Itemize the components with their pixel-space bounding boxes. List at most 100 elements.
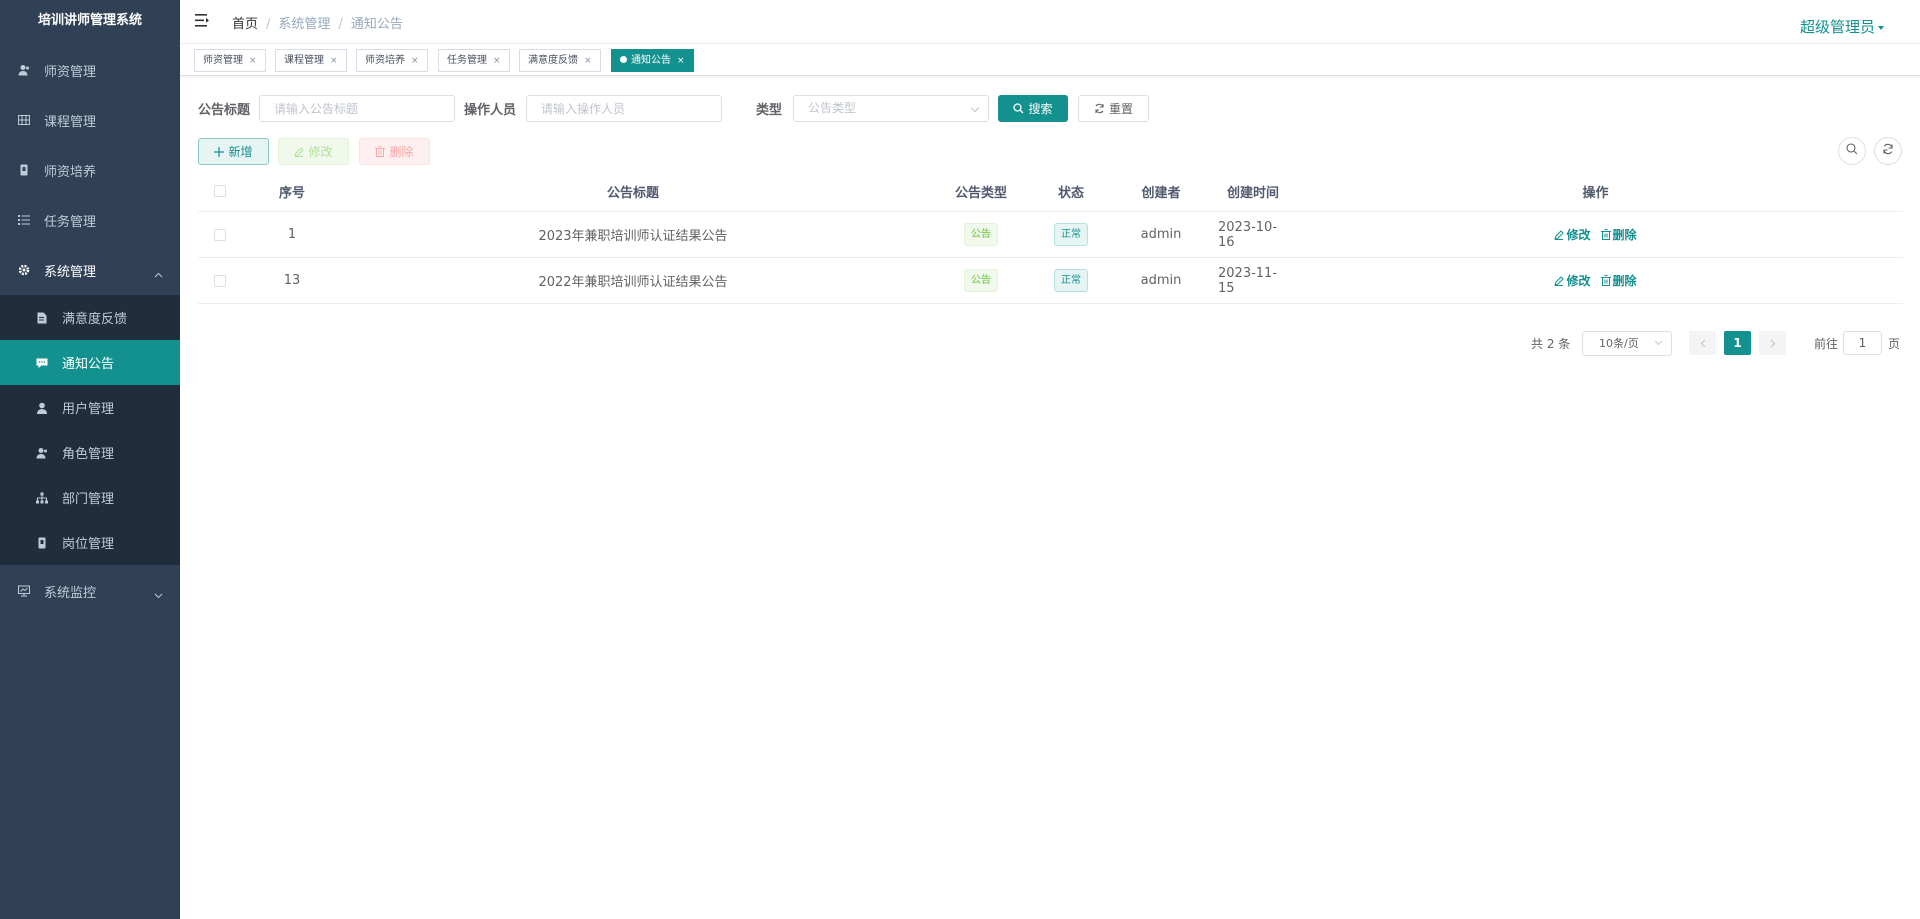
sidebar-item-label: 课程管理: [44, 114, 97, 130]
column-header: 创建者: [1141, 185, 1181, 201]
row-delete-button[interactable]: 删除: [1600, 272, 1637, 289]
tags-view: 师资管理 × 课程管理 × 师资培养 × 任务管理 × 满意度反馈 × 通知公告 ×: [180, 44, 1920, 76]
sidebar-item-label: 系统管理: [44, 264, 97, 280]
sidebar-item-label: 师资管理: [44, 64, 97, 80]
sidebar-item-label: 部门管理: [62, 492, 115, 507]
cell-creator: admin: [1140, 227, 1182, 242]
tag-feedback[interactable]: 满意度反馈 ×: [519, 49, 601, 72]
breadcrumb-system: 系统管理: [278, 17, 331, 32]
select-all-checkbox[interactable]: [214, 185, 226, 197]
tag-tasks[interactable]: 任务管理 ×: [438, 49, 510, 72]
reset-button[interactable]: 重置: [1078, 95, 1149, 122]
user-icon: [36, 402, 48, 414]
hamburger-icon[interactable]: [195, 14, 209, 27]
operator-input[interactable]: [526, 95, 722, 122]
sidebar-item-label: 用户管理: [62, 402, 115, 417]
next-page-button[interactable]: [1759, 331, 1786, 355]
close-icon[interactable]: ×: [249, 56, 257, 66]
badge-icon: [36, 537, 48, 549]
sidebar-item-teachers[interactable]: 师资管理: [0, 45, 180, 95]
cell-actions: 修改 删除: [1288, 212, 1903, 257]
tag-courses[interactable]: 课程管理 ×: [275, 49, 347, 72]
toggle-search-button[interactable]: [1838, 137, 1866, 165]
tag-label: 师资培养: [365, 55, 405, 66]
caret-down-icon: [1878, 25, 1884, 30]
goto-prefix: 前往: [1814, 337, 1839, 351]
sidebar-item-users[interactable]: 用户管理: [0, 385, 180, 430]
search-icon: [1846, 143, 1858, 159]
notice-type-select[interactable]: 公告类型: [793, 95, 989, 122]
chevron-down-icon: [1654, 337, 1663, 346]
row-select-cell: [198, 212, 242, 257]
row-checkbox[interactable]: [214, 274, 226, 287]
row-edit-button[interactable]: 修改: [1554, 272, 1591, 289]
sidebar-item-positions[interactable]: 岗位管理: [0, 520, 180, 565]
add-button[interactable]: 新增: [198, 138, 269, 165]
close-icon[interactable]: ×: [330, 56, 338, 66]
sidebar-item-label: 通知公告: [62, 357, 115, 372]
user-menu[interactable]: 超级管理员: [1800, 16, 1884, 37]
app-title: 培训讲师管理系统: [37, 13, 142, 28]
tag-notices[interactable]: 通知公告 ×: [611, 49, 694, 72]
main-area: 首页 / 系统管理 / 通知公告 超级管理员 师资管理 × 课程管理 × 师资培养 × 任务管…: [180, 0, 1920, 919]
sidebar-item-training[interactable]: 师资培养: [0, 145, 180, 195]
sidebar-item-feedback[interactable]: 满意度反馈: [0, 295, 180, 340]
close-icon[interactable]: ×: [584, 56, 592, 66]
sidebar-item-system[interactable]: 系统管理: [0, 245, 180, 295]
sidebar-item-notices[interactable]: 通知公告: [0, 340, 180, 385]
sidebar-item-roles[interactable]: 角色管理: [0, 430, 180, 475]
search-icon: [1013, 103, 1024, 114]
column-header: 操作: [1582, 185, 1609, 201]
sidebar-item-courses[interactable]: 课程管理: [0, 95, 180, 145]
sidebar-item-label: 岗位管理: [62, 537, 115, 552]
goto-page-input[interactable]: 1: [1843, 331, 1882, 355]
cell-id: 1: [287, 227, 297, 242]
chevron-down-icon: [970, 103, 980, 113]
tag-label: 课程管理: [284, 55, 324, 66]
close-icon[interactable]: ×: [411, 56, 419, 66]
trash-icon: [1600, 229, 1611, 240]
cell-type: 公告: [924, 258, 1038, 303]
search-button[interactable]: 搜索: [998, 95, 1068, 122]
close-icon[interactable]: ×: [677, 56, 685, 66]
cell-created: 2023-11-15: [1218, 265, 1278, 296]
cell-status: 正常: [1038, 258, 1104, 303]
plus-icon: [214, 146, 225, 157]
breadcrumb-current: 通知公告: [350, 17, 403, 32]
table-header: 序号 公告标题 公告类型 状态 创建者 创建时间 操作: [198, 171, 1903, 212]
status-badge: 正常: [1054, 269, 1088, 292]
trash-icon: [1600, 275, 1611, 286]
sidebar-item-departments[interactable]: 部门管理: [0, 475, 180, 520]
tag-training[interactable]: 师资培养 ×: [356, 49, 428, 72]
edit-button[interactable]: 修改: [278, 138, 349, 165]
close-icon[interactable]: ×: [493, 56, 501, 66]
gear-icon: [18, 264, 30, 276]
page-number-button[interactable]: 1: [1724, 331, 1751, 355]
cell-created: 2023-10-16: [1218, 219, 1278, 250]
search-button-label: 搜索: [1028, 102, 1053, 116]
breadcrumb-home[interactable]: 首页: [232, 17, 258, 32]
edit-button-label: 修改: [308, 145, 333, 159]
active-dot-icon: [620, 55, 627, 63]
list-icon: [18, 214, 30, 226]
row-edit-button[interactable]: 修改: [1554, 226, 1591, 243]
table-row: 1 2023年兼职培训师认证结果公告 公告 正常 admin 2023-10-1…: [198, 212, 1903, 258]
tag-label: 师资管理: [203, 55, 243, 66]
notice-title-input[interactable]: [259, 95, 455, 122]
sidebar-item-tasks[interactable]: 任务管理: [0, 195, 180, 245]
refresh-button[interactable]: [1874, 137, 1902, 165]
delete-button[interactable]: 删除: [359, 138, 430, 165]
row-delete-button[interactable]: 删除: [1600, 226, 1637, 243]
row-checkbox[interactable]: [214, 228, 226, 241]
breadcrumb: 首页 / 系统管理 / 通知公告: [232, 13, 403, 32]
prev-page-button[interactable]: [1689, 331, 1716, 355]
sidebar-item-monitor[interactable]: 系统监控: [0, 566, 180, 616]
tag-teachers[interactable]: 师资管理 ×: [194, 49, 266, 72]
type-badge: 公告: [964, 223, 998, 246]
cell-id: 13: [283, 273, 301, 288]
row-select-cell: [198, 258, 242, 303]
edit-icon: [294, 146, 305, 157]
row-edit-label: 修改: [1566, 228, 1591, 242]
page-size-select[interactable]: 10条/页: [1582, 331, 1672, 356]
badge-icon: [18, 164, 30, 176]
